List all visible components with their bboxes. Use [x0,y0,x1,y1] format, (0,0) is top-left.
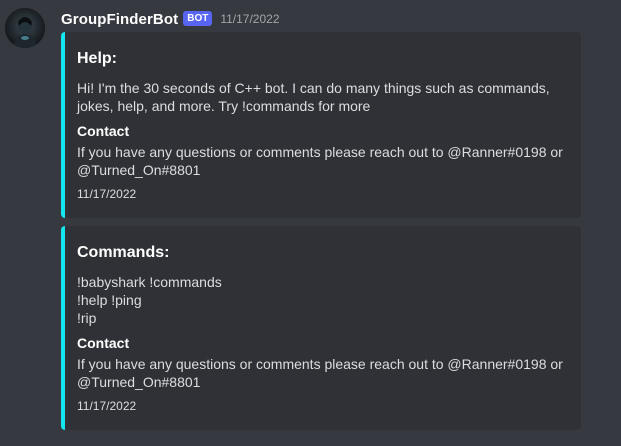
field-name-contact: Contact [77,335,130,351]
avatar-image [5,8,45,48]
bot-badge: BOT [183,10,213,26]
chat-message: GroupFinderBot BOT 11/17/2022 Help: Hi! … [0,0,621,446]
field-name-contact: Contact [77,123,130,139]
author-username[interactable]: GroupFinderBot [61,11,178,28]
command-line: !help !ping [77,292,142,308]
embed-footer-timestamp: 11/17/2022 [77,187,137,201]
bot-avatar[interactable] [5,8,45,48]
embed-title: Commands: [77,244,170,261]
field-value-line: @Turned_On#8801 [77,162,201,178]
field-value-contact: If you have any questions or comments pl… [77,355,567,391]
field-value-line: If you have any questions or comments pl… [77,356,563,372]
embed-footer-timestamp: 11/17/2022 [77,399,137,413]
field-value-line: @Turned_On#8801 [77,374,201,390]
field-value-contact: If you have any questions or comments pl… [77,143,567,179]
embed-help: Help: Hi! I'm the 30 seconds of C++ bot.… [61,32,581,218]
command-line: !rip [77,310,97,326]
embed-commands: Commands: !babyshark !commands !help !pi… [61,226,581,430]
message-timestamp[interactable]: 11/17/2022 [220,12,279,26]
field-value-line: If you have any questions or comments pl… [77,144,563,160]
embed-description: Hi! I'm the 30 seconds of C++ bot. I can… [77,80,550,114]
message-header: GroupFinderBot BOT 11/17/2022 [61,9,280,29]
embed-title: Help: [77,50,117,67]
embed-command-list: !babyshark !commands !help !ping !rip [77,273,567,327]
command-line: !babyshark !commands [77,274,222,290]
